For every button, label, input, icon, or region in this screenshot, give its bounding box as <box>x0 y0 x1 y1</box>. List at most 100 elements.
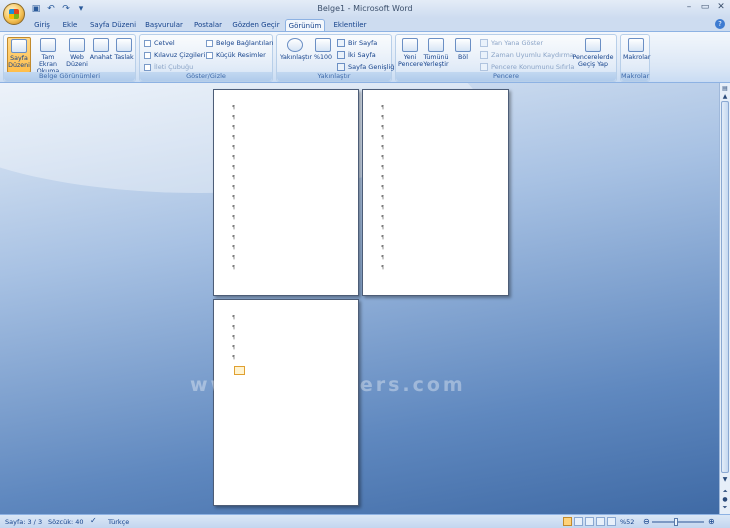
arrange-all-button[interactable]: Tümünü Yerleştir <box>423 37 449 73</box>
window-title: Belge1 - Microsoft Word <box>317 4 413 13</box>
paragraph-mark: ¶ <box>232 215 236 221</box>
vertical-scrollbar[interactable]: ▤ ▲ ▼ ⏶ ● ⏷ <box>719 83 730 514</box>
paragraph-mark: ¶ <box>381 145 385 151</box>
paragraph-mark: ¶ <box>232 225 236 231</box>
scroll-thumb[interactable] <box>721 101 729 473</box>
status-outline-icon[interactable] <box>596 517 605 526</box>
status-bar: Sayfa: 3 / 3 Sözcük: 40 ✓ Türkçe %52 ⊖ ⊕ <box>0 514 730 528</box>
paragraph-mark: ¶ <box>232 175 236 181</box>
split-icon <box>455 38 471 52</box>
new-window-button[interactable]: Yeni Pencere <box>398 37 423 73</box>
switch-windows-button[interactable]: Pencerelerde Geçiş Yap <box>572 37 614 73</box>
paragraph-mark: ¶ <box>232 135 236 141</box>
page-width-icon <box>337 63 345 71</box>
page-100-icon <box>315 38 331 52</box>
paragraph-mark: ¶ <box>381 195 385 201</box>
paragraph-mark: ¶ <box>232 265 236 271</box>
zoom-level[interactable]: %52 <box>620 518 634 526</box>
proofing-icon[interactable]: ✓ <box>90 516 97 525</box>
zoom-in-icon[interactable]: ⊕ <box>708 517 715 526</box>
help-icon[interactable]: ? <box>715 19 725 29</box>
reset-position-icon <box>480 63 488 71</box>
draft-icon <box>116 38 132 52</box>
print-layout-button[interactable]: Sayfa Düzeni <box>7 37 31 73</box>
outline-button[interactable]: Anahat <box>89 37 113 73</box>
paragraph-mark: ¶ <box>381 135 385 141</box>
word-count[interactable]: Sözcük: 40 <box>48 518 84 526</box>
page-width-button[interactable]: Sayfa Genişliği <box>337 63 396 71</box>
reset-window-position-button[interactable]: Pencere Konumunu Sıfırla <box>480 63 574 71</box>
thumbnails-checkbox[interactable]: Küçük Resimler <box>206 51 266 59</box>
paragraph-mark: ¶ <box>232 195 236 201</box>
sync-scroll-button[interactable]: Zaman Uyumlu Kaydırma <box>480 51 574 59</box>
zoom-button[interactable]: Yakınlaştır <box>280 37 312 73</box>
one-page-icon <box>337 39 345 47</box>
ribbon: Sayfa Düzeni Tam Ekran Okuma Web Düzeni … <box>0 31 730 83</box>
group-label: Göster/Gizle <box>140 72 272 81</box>
web-layout-button[interactable]: Web Düzeni <box>65 37 89 73</box>
draft-button[interactable]: Taslak <box>112 37 136 73</box>
switch-windows-icon <box>585 38 601 52</box>
window-controls: – ▭ ✕ <box>684 2 726 12</box>
document-area[interactable]: ¶ ¶ ¶ ¶ ¶ ¶ ¶ ¶ ¶ ¶ ¶ ¶ ¶ ¶ ¶ ¶ ¶ ¶ ¶ ¶ ¶ ¶ ¶ ¶ ¶ ¶ ¶ ¶ ¶ ¶ ¶ ¶ ¶ ¶ ¶ ¶ ¶ ¶… <box>0 83 719 514</box>
arrange-all-icon <box>428 38 444 52</box>
previous-page-icon[interactable]: ⏶ <box>721 488 729 496</box>
group-window: Yeni Pencere Tümünü Yerleştir Böl Yan Ya… <box>395 34 617 82</box>
paragraph-mark: ¶ <box>232 105 236 111</box>
web-layout-icon <box>69 38 85 52</box>
zoom-slider-knob[interactable] <box>674 518 678 526</box>
next-page-icon[interactable]: ⏷ <box>721 504 729 512</box>
split-button[interactable]: Böl <box>451 37 475 73</box>
full-screen-reading-button[interactable]: Tam Ekran Okuma <box>33 37 63 75</box>
zoom-out-icon[interactable]: ⊖ <box>643 517 650 526</box>
scroll-up-icon[interactable]: ▲ <box>721 93 729 101</box>
status-web-layout-icon[interactable] <box>585 517 594 526</box>
group-label: Yakınlaştır <box>277 72 391 81</box>
language-indicator[interactable]: Türkçe <box>108 518 129 526</box>
new-window-icon <box>402 38 418 52</box>
status-full-screen-icon[interactable] <box>574 517 583 526</box>
browse-object-icon[interactable]: ● <box>721 496 729 504</box>
zoom-slider[interactable] <box>652 518 704 526</box>
group-label: Makrolar <box>621 72 650 81</box>
document-map-checkbox[interactable]: Belge Bağlantıları <box>206 39 274 47</box>
document-page-1[interactable]: ¶ ¶ ¶ ¶ ¶ ¶ ¶ ¶ ¶ ¶ ¶ ¶ ¶ ¶ ¶ ¶ ¶ <box>213 89 359 296</box>
gridlines-checkbox[interactable]: Kılavuz Çizgileri <box>144 51 205 59</box>
ruler-checkbox[interactable]: Cetvel <box>144 39 175 47</box>
paragraph-mark: ¶ <box>381 175 385 181</box>
message-bar-checkbox[interactable]: İleti Çubuğu <box>144 63 193 71</box>
zoom-100-button[interactable]: %100 <box>311 37 335 73</box>
paragraph-mark: ¶ <box>232 335 236 341</box>
paragraph-mark: ¶ <box>232 355 236 361</box>
document-page-2[interactable]: ¶ ¶ ¶ ¶ ¶ ¶ ¶ ¶ ¶ ¶ ¶ ¶ ¶ ¶ ¶ ¶ ¶ <box>362 89 509 296</box>
paragraph-mark: ¶ <box>232 155 236 161</box>
status-print-layout-icon[interactable] <box>563 517 572 526</box>
document-page-3[interactable]: ¶ ¶ ¶ ¶ ¶ <box>213 299 359 506</box>
group-label: Belge Görünümleri <box>4 72 135 81</box>
minimize-button[interactable]: – <box>684 2 694 12</box>
one-page-button[interactable]: Bir Sayfa <box>337 39 377 47</box>
paragraph-mark: ¶ <box>232 165 236 171</box>
paragraph-mark: ¶ <box>232 255 236 261</box>
page-count[interactable]: Sayfa: 3 / 3 <box>5 518 42 526</box>
paragraph-mark: ¶ <box>381 155 385 161</box>
macros-button[interactable]: Makrolar <box>623 37 650 73</box>
ruler-toggle-icon[interactable]: ▤ <box>721 85 729 93</box>
scroll-down-icon[interactable]: ▼ <box>721 476 729 484</box>
paragraph-mark: ¶ <box>381 255 385 261</box>
status-draft-icon[interactable] <box>607 517 616 526</box>
outline-icon <box>93 38 109 52</box>
two-pages-button[interactable]: İki Sayfa <box>337 51 376 59</box>
office-button[interactable] <box>3 3 25 25</box>
maximize-button[interactable]: ▭ <box>700 2 710 12</box>
ribbon-tabs: Giriş Ekle Sayfa Düzeni Başvurular Posta… <box>0 18 730 32</box>
group-document-views: Sayfa Düzeni Tam Ekran Okuma Web Düzeni … <box>3 34 136 82</box>
paragraph-mark: ¶ <box>232 345 236 351</box>
paragraph-mark: ¶ <box>232 185 236 191</box>
close-button[interactable]: ✕ <box>716 2 726 12</box>
paragraph-mark: ¶ <box>232 315 236 321</box>
magnifier-icon <box>287 38 303 52</box>
paragraph-mark: ¶ <box>232 325 236 331</box>
title-bar: ▣ ↶ ↷ ▾ Belge1 - Microsoft Word – ▭ ✕ <box>0 0 730 18</box>
side-by-side-button[interactable]: Yan Yana Göster <box>480 39 543 47</box>
